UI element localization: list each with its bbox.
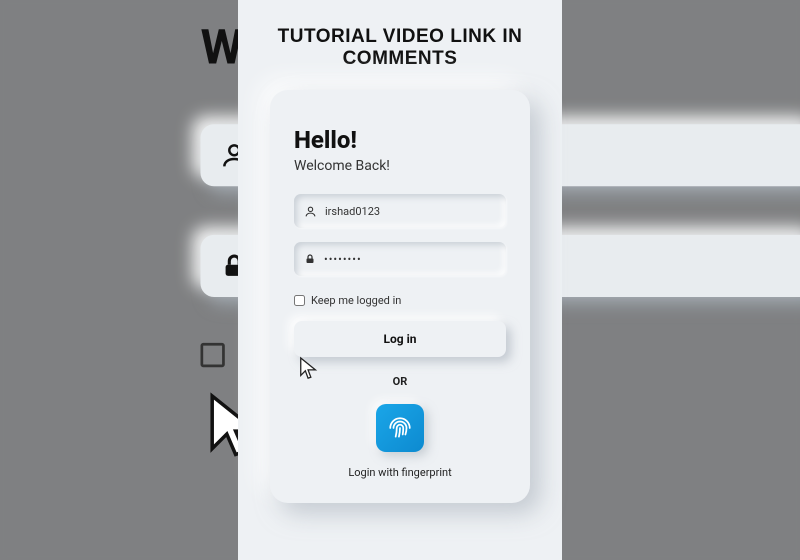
login-button-label: Log in [383, 332, 416, 346]
banner-text: TUTORIAL VIDEO LINK IN COMMENTS [238, 26, 562, 70]
fingerprint-icon [387, 415, 413, 441]
fingerprint-label: Login with fingerprint [294, 466, 506, 479]
login-card: Hello! Welcome Back! Keep me logged in L… [270, 90, 530, 503]
welcome-subtitle: Welcome Back! [294, 158, 506, 174]
center-column: TUTORIAL VIDEO LINK IN COMMENTS Hello! W… [238, 0, 562, 560]
keep-logged-in-label: Keep me logged in [311, 294, 401, 307]
username-input[interactable] [325, 205, 496, 218]
user-icon [304, 205, 317, 218]
password-field[interactable] [294, 242, 506, 276]
or-divider: OR [294, 375, 506, 388]
username-field[interactable] [294, 194, 506, 228]
lock-icon [304, 253, 316, 265]
fingerprint-button[interactable] [376, 404, 424, 452]
bg-keep-checkbox [201, 342, 225, 366]
hello-title: Hello! [294, 126, 506, 154]
keep-logged-in-row[interactable]: Keep me logged in [294, 294, 506, 307]
login-button[interactable]: Log in [294, 321, 506, 357]
password-input[interactable] [324, 253, 496, 266]
keep-logged-in-checkbox[interactable] [294, 295, 305, 306]
